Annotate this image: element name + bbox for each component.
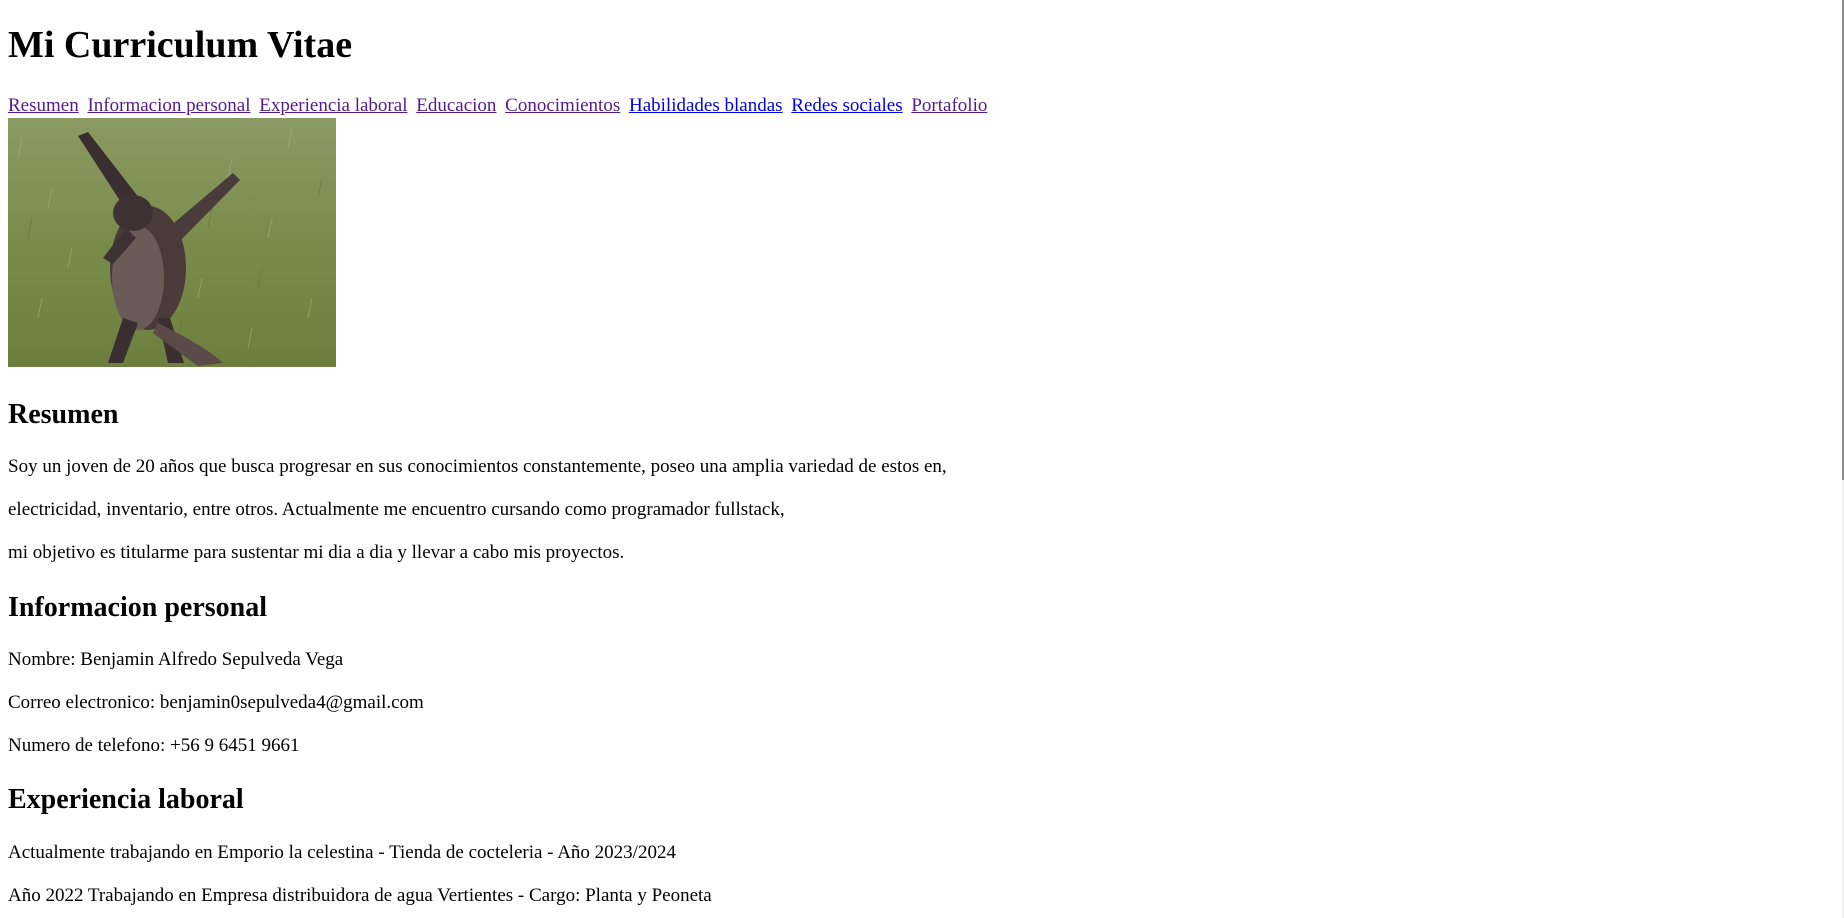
resumen-line-2: electricidad, inventario, entre otros. A… bbox=[8, 499, 785, 520]
info-nombre: Nombre: Benjamin Alfredo Sepulveda Vega bbox=[8, 649, 344, 670]
nav-link-redes-sociales[interactable]: Redes sociales bbox=[791, 95, 902, 116]
anteater-photo-icon bbox=[8, 118, 336, 367]
resumen-line-1: Soy un joven de 20 años que busca progre… bbox=[8, 456, 947, 477]
nav-link-informacion-personal[interactable]: Informacion personal bbox=[87, 95, 250, 116]
info-telefono: Numero de telefono: +56 9 6451 9661 bbox=[8, 735, 300, 756]
section-heading-resumen: Resumen bbox=[8, 399, 119, 430]
nav-link-habilidades-blandas[interactable]: Habilidades blandas bbox=[629, 95, 783, 116]
section-heading-informacion-personal: Informacion personal bbox=[8, 592, 267, 623]
nav-link-educacion[interactable]: Educacion bbox=[416, 95, 496, 116]
resumen-line-3: mi objetivo es titularme para sustentar … bbox=[8, 542, 625, 563]
page-title: Mi Curriculum Vitae bbox=[8, 24, 353, 66]
info-correo: Correo electronico: benjamin0sepulveda4@… bbox=[8, 692, 424, 713]
experiencia-item-1: Actualmente trabajando en Emporio la cel… bbox=[8, 842, 676, 863]
nav-link-resumen[interactable]: Resumen bbox=[8, 95, 79, 116]
profile-photo bbox=[8, 118, 336, 367]
nav-link-portafolio[interactable]: Portafolio bbox=[911, 95, 987, 116]
section-heading-experiencia-laboral: Experiencia laboral bbox=[8, 784, 244, 815]
section-nav: Resumen Informacion personal Experiencia… bbox=[8, 94, 991, 118]
experiencia-item-2: Año 2022 Trabajando en Empresa distribui… bbox=[8, 885, 712, 906]
nav-link-experiencia-laboral[interactable]: Experiencia laboral bbox=[259, 95, 407, 116]
nav-link-conocimientos[interactable]: Conocimientos bbox=[505, 95, 620, 116]
